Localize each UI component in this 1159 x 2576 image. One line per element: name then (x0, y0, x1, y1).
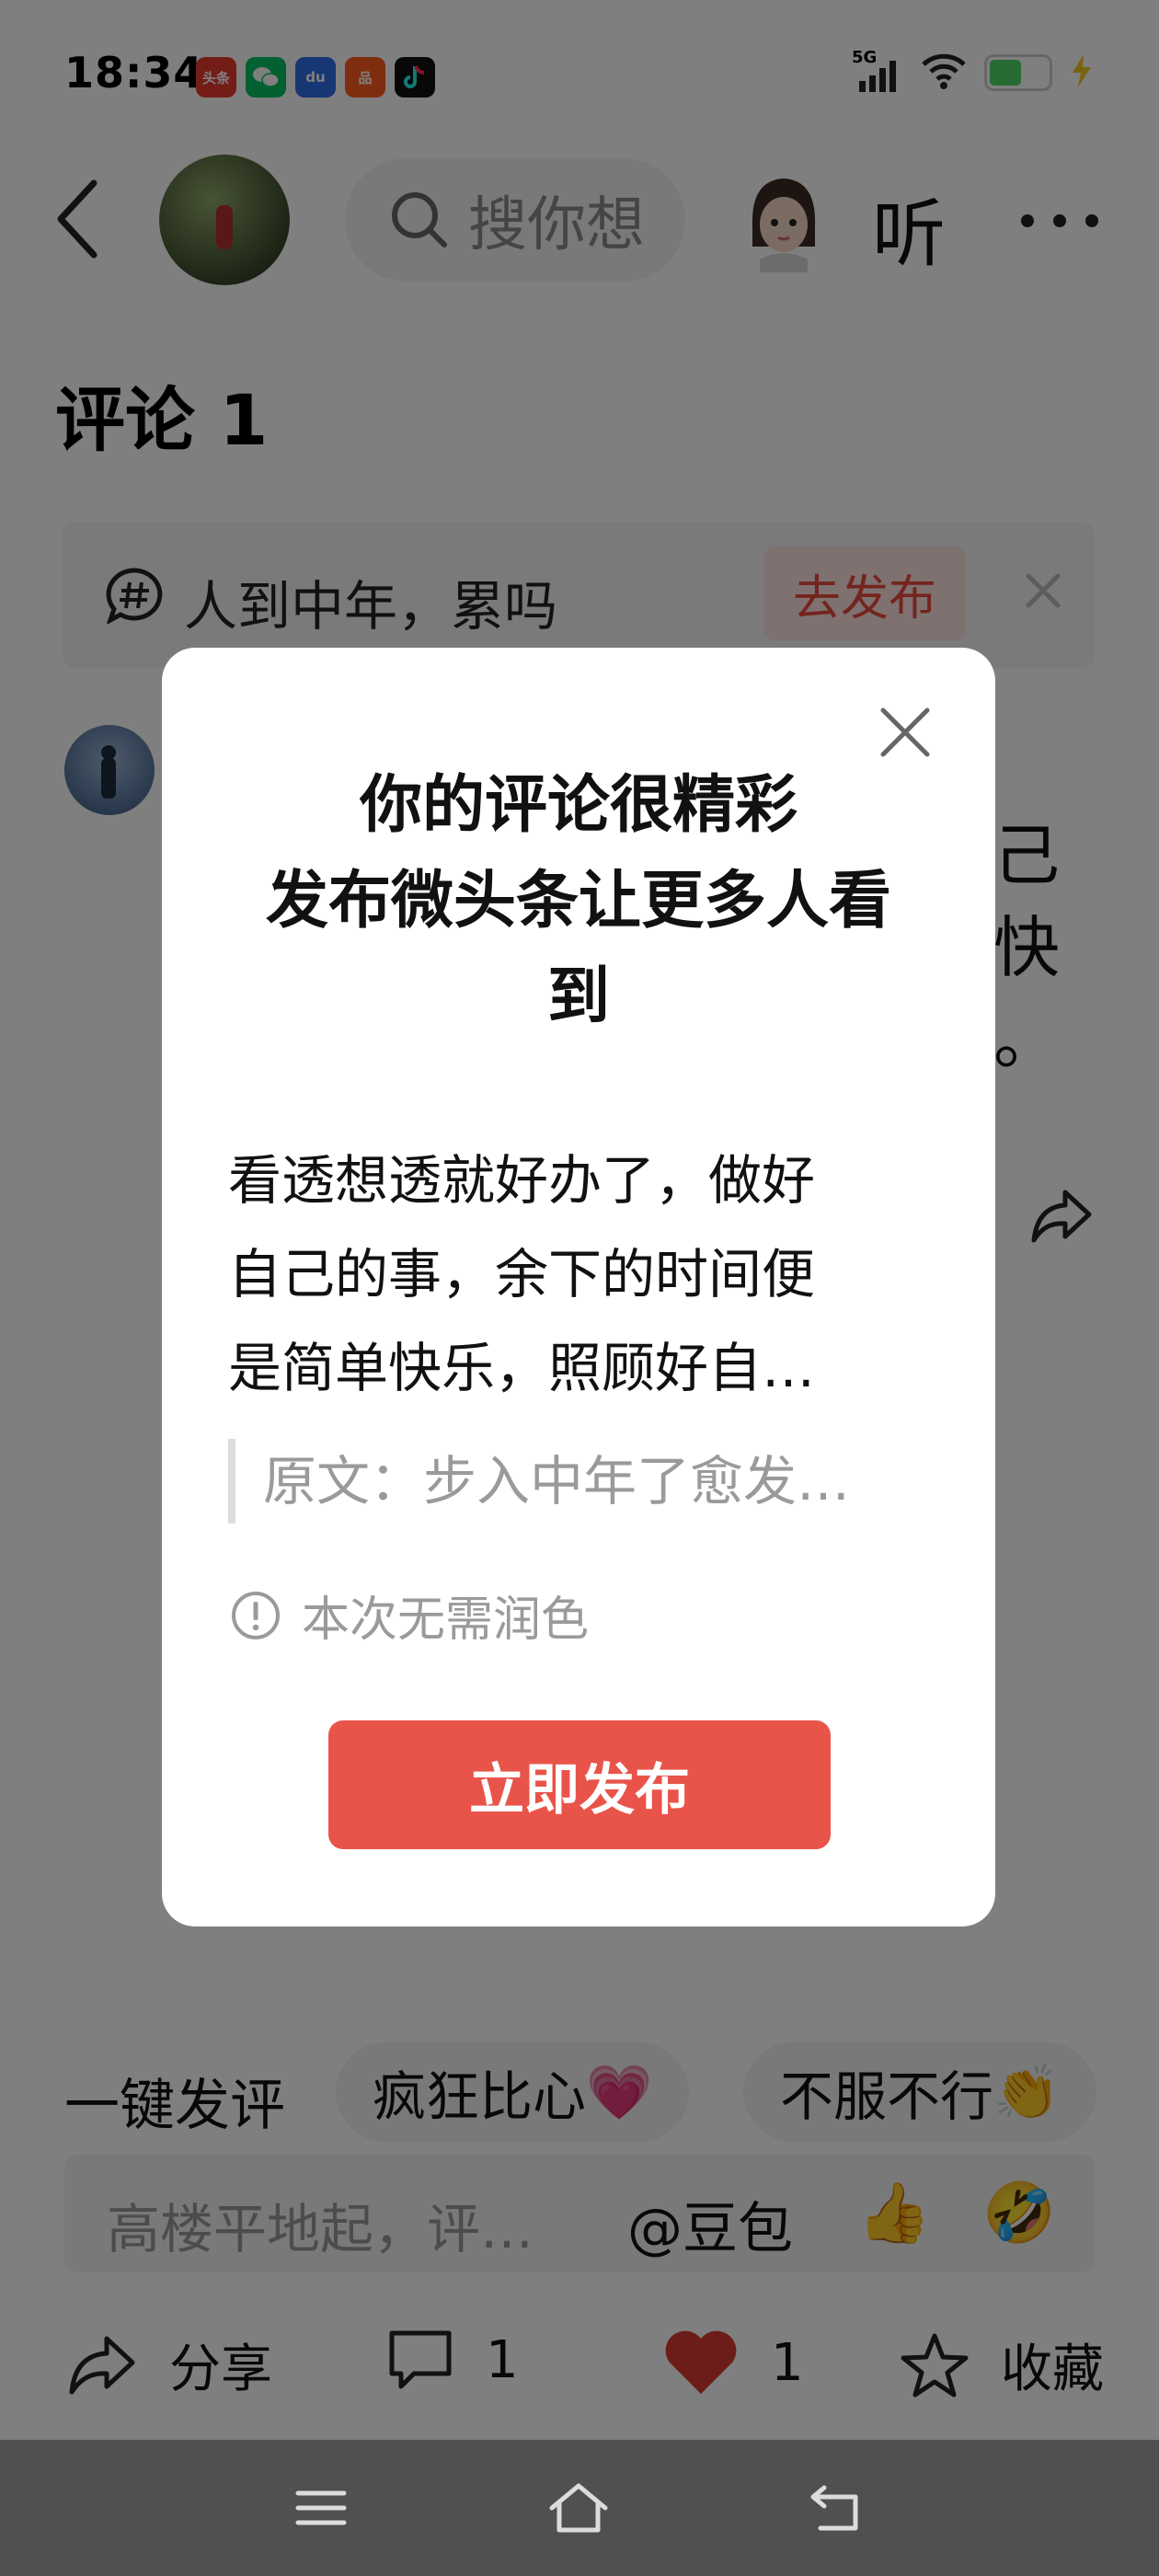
dialog-note: 本次无需润色 (230, 1581, 589, 1650)
system-nav-bar (0, 2440, 1159, 2576)
back-icon[interactable] (804, 2480, 868, 2536)
publish-now-button[interactable]: 立即发布 (328, 1720, 831, 1849)
menu-icon[interactable] (289, 2480, 353, 2536)
dialog-comment-preview: 看透想透就好办了，做好 自己的事，余下的时间便 是简单快乐，照顾好自… (228, 1149, 816, 1399)
publish-dialog: 你的评论很精彩 发布微头条让更多人看 到 看透想透就好办了，做好 自己的事，余下… (162, 648, 995, 1926)
dialog-close-icon[interactable] (876, 703, 935, 762)
dialog-title: 你的评论很精彩 发布微头条让更多人看 到 (265, 769, 891, 1033)
info-icon (232, 1591, 280, 1639)
home-icon[interactable] (546, 2480, 611, 2536)
dialog-original-quote: 原文：步入中年了愈发… (228, 1439, 946, 1524)
